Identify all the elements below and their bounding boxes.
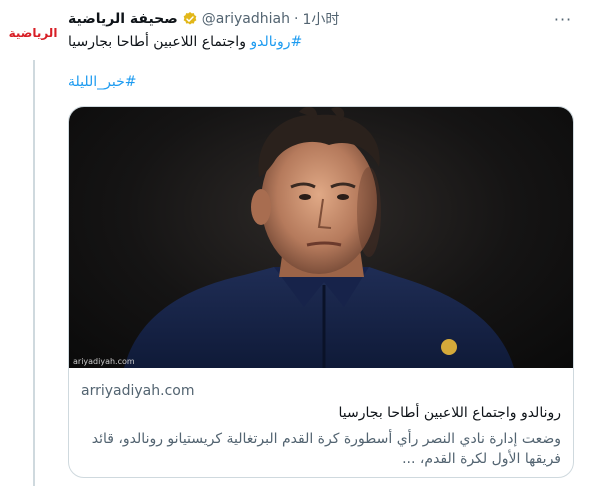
- tweet-text-main: واجتماع اللاعبين أطاحا بجارسيا: [68, 34, 251, 50]
- tweet-line-2: #خبر_الليلة: [68, 72, 574, 92]
- hashtag-news-of-night[interactable]: #خبر_الليلة: [68, 74, 137, 90]
- separator-dot: ·: [294, 11, 299, 27]
- account-name[interactable]: صحيفة الرياضية: [68, 11, 178, 27]
- link-card[interactable]: ariyadiyah.com arriyadiyah.com رونالدو و…: [68, 106, 574, 478]
- account-handle[interactable]: @ariyadhiah: [202, 11, 290, 27]
- tweet-timestamp[interactable]: 1小时: [302, 9, 339, 29]
- tweet-line-1: #رونالدو واجتماع اللاعبين أطاحا بجارسيا: [68, 32, 574, 52]
- avatar[interactable]: الرياضية: [8, 18, 58, 48]
- image-watermark: ariyadiyah.com: [73, 357, 135, 366]
- verified-badge-icon[interactable]: [182, 11, 198, 27]
- tweet-header: صحيفة الرياضية @ariyadhiah · 1小时: [68, 8, 339, 30]
- more-options-label: ···: [553, 9, 573, 29]
- hashtag-ronaldo[interactable]: #رونالدو: [250, 34, 302, 50]
- thread-line: [33, 60, 35, 486]
- coach-photo: [124, 107, 514, 368]
- more-options-icon[interactable]: ···: [552, 8, 574, 30]
- card-title[interactable]: رونالدو واجتماع اللاعبين أطاحا بجارسيا: [81, 405, 561, 421]
- avatar-logo-text: الرياضية: [8, 26, 58, 40]
- card-description: وضعت إدارة نادي النصر رأي أسطورة كرة الق…: [91, 431, 561, 467]
- tweet[interactable]: الرياضية صحيفة الرياضية @ariyadhiah · 1小…: [0, 0, 590, 486]
- card-image[interactable]: ariyadiyah.com: [69, 107, 573, 368]
- card-domain: arriyadiyah.com: [81, 383, 195, 399]
- tweet-text: #رونالدو واجتماع اللاعبين أطاحا بجارسيا …: [68, 32, 574, 92]
